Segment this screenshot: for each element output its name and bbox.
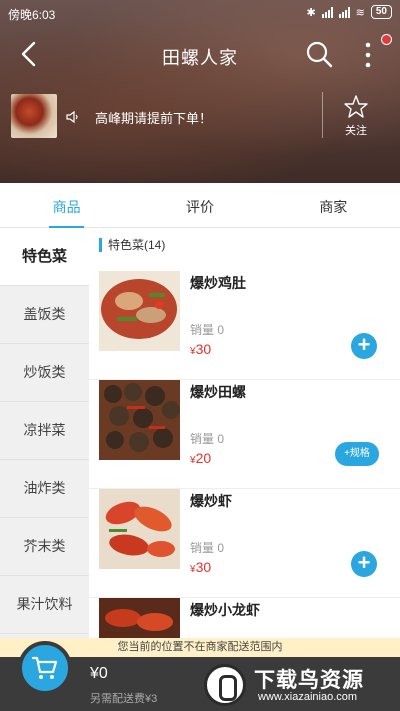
shop-thumbnail [11, 94, 57, 138]
category-rice-bowl[interactable]: 盖饭类 [0, 286, 89, 344]
cart-total: ¥0 [90, 665, 108, 682]
shop-notice: 高峰期请提前下单！ [95, 111, 213, 126]
dish-photo [99, 380, 180, 460]
shop-info: 高峰期请提前下单！ 关注 [0, 92, 400, 142]
watermark-url: www.xiazainiao.com [258, 691, 358, 703]
nav-bar: 田螺人家 [0, 30, 400, 80]
category-fried-food[interactable]: 油炸类 [0, 460, 89, 518]
status-icons: ✱ ≋ 50 [306, 5, 392, 19]
cart-icon [32, 656, 58, 679]
signal-icon-2 [338, 6, 350, 18]
tab-products[interactable]: 商品 [0, 183, 133, 228]
item-name: 爆炒小龙虾 [190, 602, 260, 618]
status-time: 傍晚6:03 [8, 8, 56, 22]
more-menu-icon[interactable] [358, 40, 378, 70]
favorite-label: 关注 [345, 125, 367, 137]
status-bar: 傍晚6:03 ✱ ≋ 50 [0, 0, 400, 26]
list-item[interactable]: 爆炒小龙虾 [89, 598, 400, 638]
category-special[interactable]: 特色菜 [0, 228, 89, 286]
watermark: 下载鸟资源 www.xiazainiao.com [200, 660, 398, 710]
cart-button[interactable] [18, 641, 72, 695]
watermark-brand: 下载鸟资源 [254, 669, 364, 692]
dish-photo [99, 489, 180, 569]
category-cold-dish[interactable]: 凉拌菜 [0, 402, 89, 460]
delivery-fee: 另需配送费¥3 [90, 693, 158, 705]
item-name: 爆炒鸡肚 [190, 275, 246, 291]
item-sales: 销量 0 [190, 432, 225, 446]
dish-photo [99, 598, 180, 638]
signal-icon [321, 6, 333, 18]
spec-button[interactable]: +规格 [335, 442, 379, 466]
item-sales: 销量 0 [190, 323, 225, 337]
dish-photo [99, 271, 180, 351]
category-fried-rice[interactable]: 炒饭类 [0, 344, 89, 402]
category-drinks[interactable]: 果汁饮料 [0, 576, 89, 634]
speaker-icon [66, 110, 78, 124]
item-name: 爆炒虾 [190, 493, 232, 509]
watermark-logo-icon [204, 664, 246, 706]
item-price: ¥20 [190, 450, 212, 466]
item-name: 爆炒田螺 [190, 384, 246, 400]
battery-icon: 50 [370, 5, 392, 19]
notification-dot [381, 34, 392, 45]
wifi-icon: ≋ [355, 6, 365, 19]
page-title: 田螺人家 [162, 48, 238, 68]
divider [322, 92, 323, 138]
section-title: 特色菜(14) [99, 238, 165, 252]
tab-merchant[interactable]: 商家 [267, 183, 400, 227]
tab-bar: 商品 评价 商家 [0, 183, 400, 228]
favorite-button[interactable]: 关注 [332, 94, 380, 138]
add-to-cart-button[interactable]: + [351, 551, 377, 577]
bluetooth-icon: ✱ [306, 6, 316, 19]
item-sales: 销量 0 [190, 541, 225, 555]
list-item[interactable]: 爆炒虾 销量 0 ¥30 + [89, 489, 400, 598]
list-item[interactable]: 爆炒田螺 销量 0 ¥20 +规格 [89, 380, 400, 489]
tab-reviews[interactable]: 评价 [133, 183, 266, 227]
item-price: ¥30 [190, 341, 212, 357]
star-icon [344, 95, 368, 118]
search-icon[interactable] [305, 40, 333, 68]
category-wasabi[interactable]: 芥末类 [0, 518, 89, 576]
item-price: ¥30 [190, 559, 212, 575]
shop-header: 傍晚6:03 ✱ ≋ 50 田螺人家 高峰期请提前下单！ 关注 [0, 0, 400, 183]
list-item[interactable]: 爆炒鸡肚 销量 0 ¥30 + [89, 271, 400, 380]
product-list: 特色菜(14) 爆炒鸡肚 销量 0 ¥30 + 爆炒田螺 销量 0 ¥20 +规… [89, 228, 400, 638]
add-to-cart-button[interactable]: + [351, 333, 377, 359]
category-sidebar: 特色菜 盖饭类 炒饭类 凉拌菜 油炸类 芥末类 果汁饮料 [0, 228, 89, 638]
